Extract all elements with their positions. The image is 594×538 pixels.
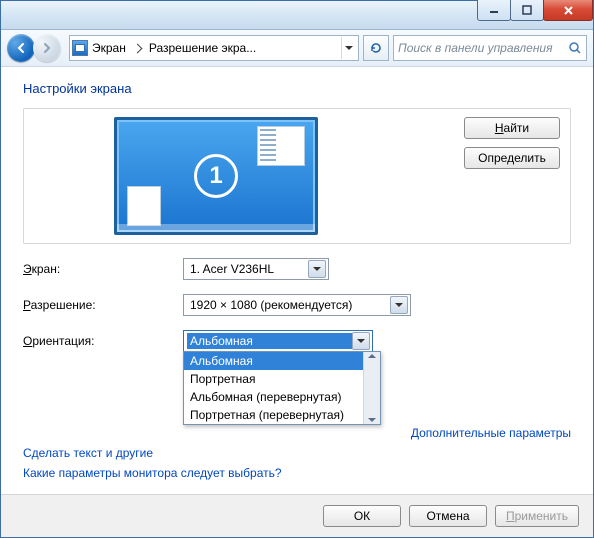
- close-button[interactable]: [543, 0, 593, 21]
- chevron-right-icon: [132, 43, 142, 53]
- window-controls: [478, 0, 593, 21]
- resolution-row: Разрешение: 1920 × 1080 (рекомендуется): [23, 294, 571, 316]
- navigation-bar: Экран Разрешение экра... Поиск в панели …: [1, 30, 593, 67]
- minimize-button[interactable]: [477, 0, 511, 21]
- resolution-dropdown-value: 1920 × 1080 (рекомендуется): [190, 298, 390, 312]
- cancel-button[interactable]: Отмена: [409, 505, 487, 527]
- advanced-settings-link[interactable]: Дополнительные параметры: [411, 426, 571, 440]
- refresh-button[interactable]: [363, 35, 389, 61]
- orientation-option[interactable]: Альбомная (перевернутая): [184, 388, 380, 406]
- maximize-button[interactable]: [510, 0, 544, 21]
- ok-button[interactable]: ОК: [323, 505, 401, 527]
- window-thumb-icon: [257, 126, 305, 166]
- which-settings-link[interactable]: Какие параметры монитора следует выбрать…: [23, 466, 282, 480]
- search-icon: [568, 41, 582, 55]
- orientation-dropdown[interactable]: Альбомная Альбомная Портретная Альбомная…: [183, 330, 373, 352]
- address-bar[interactable]: Экран Разрешение экра...: [69, 35, 359, 61]
- scroll-up-icon: [368, 354, 376, 358]
- monitor-preview[interactable]: 1: [114, 117, 318, 235]
- orientation-label: Ориентация:: [23, 334, 183, 348]
- close-icon: [563, 5, 574, 16]
- find-button[interactable]: Найти: [464, 117, 560, 139]
- dialog-footer: ОК Отмена Применить: [1, 494, 593, 537]
- window-titlebar: [1, 1, 593, 30]
- text-size-link[interactable]: Сделать текст и другие: [23, 446, 153, 460]
- resolution-label: Разрешение:: [23, 298, 183, 312]
- chevron-down-icon: [352, 332, 370, 350]
- chevron-down-icon: [390, 296, 408, 314]
- display-panel-icon: [72, 40, 88, 56]
- minimize-icon: [489, 5, 499, 15]
- resolution-dropdown[interactable]: 1920 × 1080 (рекомендуется): [183, 294, 411, 316]
- display-row: Экран: 1. Acer V236HL: [23, 258, 571, 280]
- search-placeholder: Поиск в панели управления: [398, 41, 568, 55]
- page-title: Настройки экрана: [23, 81, 571, 96]
- display-dropdown-value: 1. Acer V236HL: [190, 262, 308, 276]
- monitor-preview-panel: 1 Найти Определить: [23, 108, 571, 244]
- text-size-link-row: Сделать текст и другие: [23, 446, 571, 460]
- monitor-number-badge: 1: [194, 154, 238, 198]
- orientation-option[interactable]: Портретная (перевернутая): [184, 406, 380, 424]
- breadcrumb-dropdown[interactable]: [341, 37, 356, 59]
- control-panel-window: Экран Разрешение экра... Поиск в панели …: [0, 0, 594, 538]
- scroll-down-icon: [368, 418, 376, 422]
- which-settings-link-row: Какие параметры монитора следует выбрать…: [23, 466, 571, 480]
- advanced-settings-link-row: Дополнительные параметры: [23, 426, 571, 440]
- chevron-down-icon: [308, 260, 326, 278]
- arrow-right-icon: [40, 41, 54, 55]
- window-thumb-icon: [127, 186, 161, 226]
- apply-button[interactable]: Применить: [495, 505, 579, 527]
- refresh-icon: [369, 41, 383, 55]
- preview-side-buttons: Найти Определить: [464, 117, 560, 169]
- nav-forward-button[interactable]: [33, 34, 61, 62]
- breadcrumb-item[interactable]: Экран: [92, 41, 126, 55]
- dropdown-scrollbar[interactable]: [363, 352, 380, 424]
- arrow-left-icon: [14, 41, 28, 55]
- nav-buttons: [7, 33, 65, 63]
- orientation-dropdown-value: Альбомная: [187, 333, 352, 349]
- nav-back-button[interactable]: [7, 34, 35, 62]
- orientation-option[interactable]: Портретная: [184, 370, 380, 388]
- orientation-dropdown-list: Альбомная Портретная Альбомная (переверн…: [183, 351, 381, 425]
- orientation-row: Ориентация: Альбомная Альбомная Портретн…: [23, 330, 571, 352]
- display-label: Экран:: [23, 262, 183, 276]
- display-dropdown[interactable]: 1. Acer V236HL: [183, 258, 329, 280]
- breadcrumb-item[interactable]: Разрешение экра...: [149, 41, 256, 55]
- maximize-icon: [522, 5, 532, 15]
- search-input[interactable]: Поиск в панели управления: [393, 35, 587, 61]
- identify-button[interactable]: Определить: [464, 147, 560, 169]
- taskbar-icon: [117, 224, 315, 232]
- orientation-option[interactable]: Альбомная: [184, 352, 380, 370]
- content-area: Настройки экрана 1 Найти Определить Экра…: [1, 67, 593, 494]
